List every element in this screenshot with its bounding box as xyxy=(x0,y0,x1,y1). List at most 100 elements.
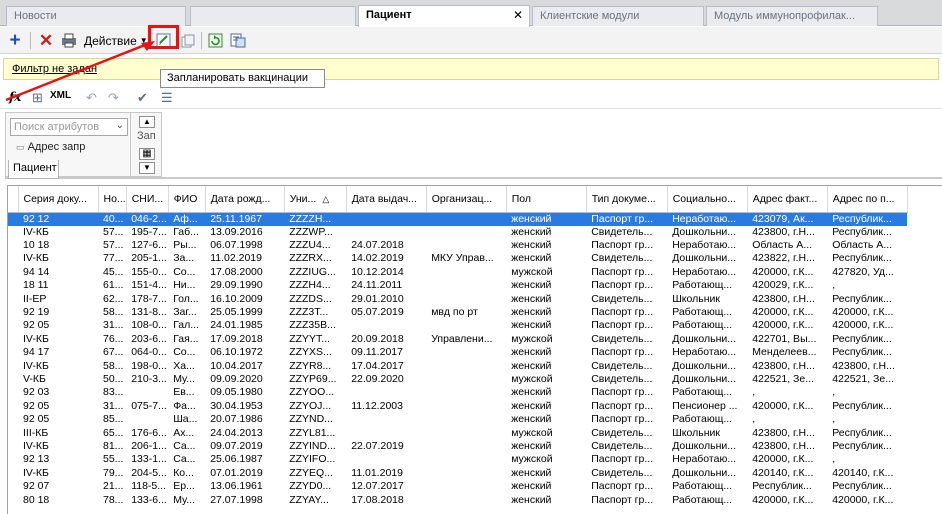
table-cell[interactable] xyxy=(346,212,427,226)
table-cell[interactable]: Паспорт гр... xyxy=(586,493,667,506)
table-cell[interactable]: Паспорт гр... xyxy=(586,306,667,319)
table-cell[interactable]: , xyxy=(747,386,827,399)
row-indicator[interactable] xyxy=(8,333,18,346)
table-cell[interactable]: женский xyxy=(506,279,586,292)
table-cell[interactable] xyxy=(426,413,506,426)
column-header[interactable]: Дата выдач... xyxy=(346,186,427,213)
table-row[interactable]: IV-КБ 77... 205-1... За... 11.02.2019 ZZZRX..… xyxy=(8,252,907,265)
table-cell[interactable]: 77... xyxy=(98,252,126,265)
table-cell[interactable]: женский xyxy=(506,292,586,305)
table-row[interactable]: 94 17 67... 064-0... Со... 06.10.1972 ZZYXS..… xyxy=(8,346,907,359)
table-cell[interactable]: 17.08.2000 xyxy=(205,266,284,279)
table-cell[interactable]: женский xyxy=(506,493,586,506)
table-cell[interactable]: Ни... xyxy=(168,279,205,292)
table-row[interactable]: 80 18 78... 133-6... Му... 27.07.1998 ZZYAY..… xyxy=(8,493,907,506)
table-cell[interactable]: 18 11 xyxy=(18,279,98,292)
table-cell[interactable]: 17.04.2017 xyxy=(346,359,426,372)
row-indicator[interactable] xyxy=(8,400,18,413)
table-cell[interactable]: 67... xyxy=(98,346,126,359)
table-cell[interactable]: 13.09.2016 xyxy=(205,226,284,239)
table-cell[interactable] xyxy=(426,239,506,252)
attribute-search-input[interactable]: Поиск атрибутов ⌄ xyxy=(10,118,128,136)
table-cell[interactable] xyxy=(426,292,506,305)
row-indicator[interactable] xyxy=(8,426,18,439)
table-cell[interactable] xyxy=(426,346,506,359)
column-header[interactable]: Социально... xyxy=(667,186,748,213)
table-cell[interactable]: IV-КБ xyxy=(18,359,98,372)
table-cell[interactable]: 06.07.1998 xyxy=(205,239,284,252)
table-cell[interactable]: 422521, Зе... xyxy=(747,373,827,386)
table-cell[interactable]: , xyxy=(827,386,907,399)
table-cell[interactable]: За... xyxy=(168,252,205,265)
table-cell[interactable]: Дошкольни... xyxy=(667,333,747,346)
table-row[interactable]: 92 07 21... 118-5... Ер... 13.06.1961 ZZYD0..… xyxy=(8,480,907,493)
table-cell[interactable]: Са... xyxy=(168,453,205,466)
filter-link[interactable]: Фильтр не задан xyxy=(12,63,97,75)
table-cell[interactable] xyxy=(346,413,426,426)
table-cell[interactable]: Му... xyxy=(168,493,205,506)
table-row[interactable]: 92 03 83... Ев... 09.05.1980 ZZYOO... женский… xyxy=(8,386,907,399)
table-cell[interactable]: 09.11.2017 xyxy=(346,346,426,359)
table-cell[interactable]: женский xyxy=(506,359,586,372)
row-indicator[interactable] xyxy=(8,319,18,332)
table-cell[interactable]: 151-4... xyxy=(126,279,168,292)
row-indicator[interactable] xyxy=(8,212,18,226)
table-cell[interactable]: ZZZRX... xyxy=(284,252,346,265)
table-cell[interactable]: 420000, г.К... xyxy=(827,493,907,506)
table-cell[interactable]: Свидетель... xyxy=(586,333,667,346)
row-indicator[interactable] xyxy=(8,413,18,426)
table-cell[interactable]: 423800, г.Н... xyxy=(747,359,827,372)
table-cell[interactable]: 420140, г.К... xyxy=(827,467,907,480)
table-cell[interactable]: 420000, г.К... xyxy=(747,319,827,332)
table-cell[interactable]: 24.04.2013 xyxy=(205,426,284,439)
table-cell[interactable]: ZZYYT... xyxy=(284,333,346,346)
export-icon[interactable] xyxy=(229,31,247,50)
table-cell[interactable]: IV-КБ xyxy=(18,440,98,453)
table-cell[interactable]: 61... xyxy=(98,279,126,292)
tab-news[interactable]: Новости xyxy=(6,6,186,26)
undo-icon[interactable]: ↶ xyxy=(86,90,97,106)
table-cell[interactable]: 92 03 xyxy=(18,386,98,399)
table-cell[interactable]: ZZYR8... xyxy=(284,359,346,372)
tab-client-modules[interactable]: Клиентские модули xyxy=(532,6,704,26)
table-cell[interactable]: 09.09.2020 xyxy=(205,373,284,386)
table-cell[interactable]: 423800, г.Н... xyxy=(747,292,827,305)
row-indicator[interactable] xyxy=(8,440,18,453)
table-cell[interactable]: Дошкольни... xyxy=(667,440,747,453)
table-row[interactable]: III-КБ 65... 176-6... Ах... 24.04.2013 ZZYL81… xyxy=(8,426,907,439)
table-cell[interactable]: ZZZZH... xyxy=(284,212,347,226)
table-row[interactable]: 92 12 40... 046-2... Аф... 25.11.1967 ZZZZH..… xyxy=(8,212,908,226)
table-cell[interactable]: 92 05 xyxy=(18,319,98,332)
table-cell[interactable]: Паспорт гр... xyxy=(586,279,667,292)
table-cell[interactable]: 92 05 xyxy=(18,413,98,426)
table-cell[interactable]: 198-0... xyxy=(126,359,168,372)
table-cell[interactable]: Габ... xyxy=(168,226,205,239)
table-cell[interactable]: женский xyxy=(506,239,586,252)
row-indicator[interactable] xyxy=(8,467,18,480)
table-cell[interactable]: Свидетель... xyxy=(586,252,667,265)
table-cell[interactable]: 108-0... xyxy=(126,319,168,332)
table-cell[interactable]: 29.01.2010 xyxy=(346,292,426,305)
table-cell[interactable]: Аф... xyxy=(168,212,206,226)
table-cell[interactable]: V-КБ xyxy=(18,373,98,386)
table-cell[interactable] xyxy=(426,373,506,386)
row-indicator[interactable] xyxy=(8,292,18,305)
table-cell[interactable]: Неработаю... xyxy=(667,346,747,359)
table-cell[interactable]: 22.09.2020 xyxy=(346,373,426,386)
table-cell[interactable]: 423800, г.Н... xyxy=(827,359,907,372)
table-cell[interactable]: 58... xyxy=(98,359,126,372)
table-row[interactable]: V-КБ 50... 210-3... Му... 09.09.2020 ZZYP69..… xyxy=(8,373,907,386)
table-cell[interactable] xyxy=(346,319,426,332)
column-header[interactable]: Уни... △ xyxy=(284,186,347,213)
table-cell[interactable]: Область А... xyxy=(747,239,827,252)
table-cell[interactable]: ZZZDS... xyxy=(284,292,346,305)
table-cell[interactable]: Заг... xyxy=(168,306,205,319)
table-cell[interactable]: Ко... xyxy=(168,467,205,480)
row-indicator[interactable] xyxy=(8,480,18,493)
table-cell[interactable]: Свидетель... xyxy=(586,359,667,372)
table-cell[interactable]: Паспорт гр... xyxy=(586,480,667,493)
table-cell[interactable]: 046-2... xyxy=(126,212,169,226)
table-cell[interactable]: 85... xyxy=(98,413,126,426)
row-indicator[interactable] xyxy=(8,373,18,386)
table-cell[interactable]: Республик... xyxy=(827,252,907,265)
